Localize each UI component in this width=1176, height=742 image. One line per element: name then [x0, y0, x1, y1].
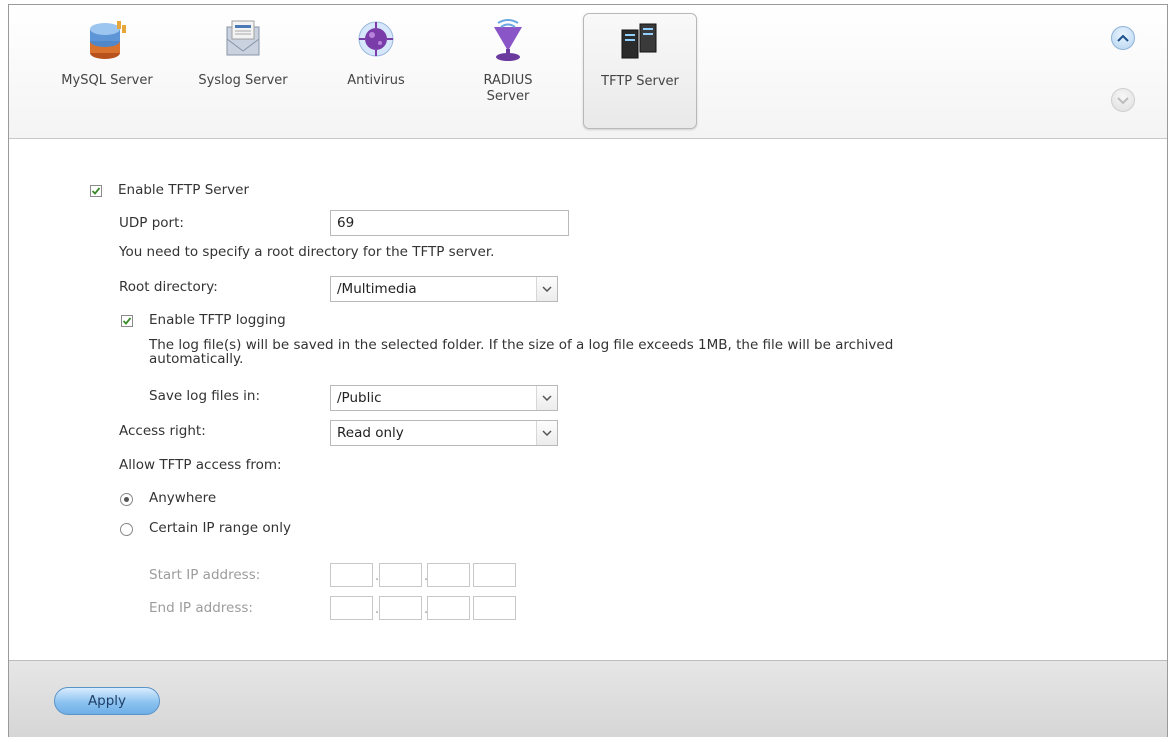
tab-mysql-server[interactable]: MySQL Server: [50, 13, 164, 129]
udp-port-label: UDP port:: [119, 215, 184, 231]
apply-button[interactable]: Apply: [54, 687, 160, 715]
dropdown-arrow-icon: [536, 277, 557, 301]
checkmark-icon: [91, 187, 101, 195]
save-log-label: Save log files in:: [149, 388, 261, 404]
start-ip-octet-3[interactable]: [427, 563, 470, 587]
dropdown-arrow-icon: [536, 386, 557, 410]
antivirus-icon: [356, 19, 396, 65]
root-directory-value: /Multimedia: [337, 281, 417, 297]
envelope-icon: [223, 19, 263, 65]
start-ip-octet-2[interactable]: [379, 563, 422, 587]
tab-label-line2: Server: [486, 89, 530, 104]
checkmark-icon: [122, 317, 132, 325]
root-directory-select[interactable]: /Multimedia: [330, 276, 558, 302]
end-ip-octet-1[interactable]: [330, 596, 373, 620]
enable-tftp-checkbox[interactable]: [90, 185, 102, 197]
tftp-server-icon: [620, 20, 660, 66]
allow-access-label: Allow TFTP access from:: [119, 457, 282, 473]
start-ip-label: Start IP address:: [149, 567, 261, 583]
radius-icon: [488, 19, 528, 65]
save-log-value: /Public: [337, 390, 382, 406]
tab-syslog-server[interactable]: Syslog Server: [186, 13, 300, 129]
chevron-up-icon: [1117, 34, 1129, 42]
enable-tftp-label: Enable TFTP Server: [118, 182, 249, 198]
footer-bar: Apply: [9, 660, 1167, 737]
anywhere-label: Anywhere: [149, 490, 217, 506]
access-right-label: Access right:: [119, 423, 206, 439]
end-ip-label: End IP address:: [149, 600, 253, 616]
tab-radius-server[interactable]: RADIUS Server: [451, 13, 565, 129]
enable-logging-checkbox[interactable]: [121, 315, 133, 327]
database-icon: [87, 19, 127, 65]
tab-label: TFTP Server: [601, 74, 679, 89]
tab-label: Antivirus: [347, 73, 405, 88]
ip-range-label: Certain IP range only: [149, 520, 291, 536]
start-ip-octet-1[interactable]: [330, 563, 373, 587]
root-directory-note: You need to specify a root directory for…: [119, 244, 495, 260]
service-tab-bar: MySQL Server Syslog Server Antivirus RAD…: [9, 5, 1167, 139]
end-ip-octet-4[interactable]: [473, 596, 516, 620]
root-directory-label: Root directory:: [119, 279, 218, 295]
scroll-up-button[interactable]: [1111, 26, 1135, 50]
start-ip-octet-4[interactable]: [473, 563, 516, 587]
scroll-down-button[interactable]: [1111, 88, 1135, 112]
access-right-select[interactable]: Read only: [330, 420, 558, 446]
enable-logging-label: Enable TFTP logging: [149, 312, 286, 328]
log-note-line1: The log file(s) will be saved in the sel…: [149, 337, 894, 353]
end-ip-octet-3[interactable]: [427, 596, 470, 620]
log-note-line2: automatically.: [149, 351, 244, 367]
app-window: MySQL Server Syslog Server Antivirus RAD…: [8, 4, 1168, 737]
dropdown-arrow-icon: [536, 421, 557, 445]
tab-antivirus[interactable]: Antivirus: [319, 13, 433, 129]
chevron-down-icon: [1117, 97, 1129, 105]
tftp-settings-form: Enable TFTP Server UDP port: 69 You need…: [9, 139, 1167, 659]
ip-range-radio[interactable]: [120, 523, 133, 536]
end-ip-octet-2[interactable]: [379, 596, 422, 620]
tab-label-line1: RADIUS: [483, 73, 533, 88]
access-right-value: Read only: [337, 425, 404, 441]
tab-label: Syslog Server: [198, 73, 288, 88]
udp-port-input[interactable]: 69: [330, 210, 569, 236]
tab-tftp-server[interactable]: TFTP Server: [583, 13, 697, 129]
save-log-select[interactable]: /Public: [330, 385, 558, 411]
anywhere-radio[interactable]: [120, 493, 133, 506]
tab-label: MySQL Server: [61, 73, 153, 88]
